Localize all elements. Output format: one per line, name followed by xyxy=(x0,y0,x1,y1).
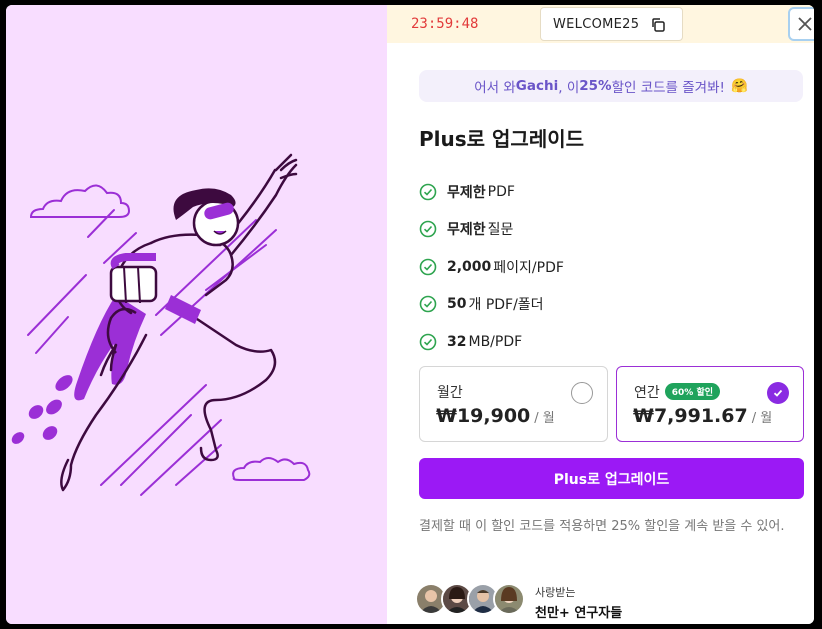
discount-badge: 60% 할인 xyxy=(664,383,721,400)
radio-button[interactable] xyxy=(571,382,593,404)
upgrade-button[interactable]: Plus로 업그레이드 xyxy=(419,458,804,499)
coupon-code-box[interactable]: WELCOME25 xyxy=(540,7,683,41)
feature-bold: 2,000 xyxy=(447,258,492,275)
feature-item: 50 개 PDF/폴더 xyxy=(419,286,564,324)
price-unit: / 월 xyxy=(751,411,773,426)
social-proof-top: 사랑받는 xyxy=(535,586,576,599)
feature-text: MB/PDF xyxy=(468,333,523,350)
avatar-group xyxy=(415,583,525,615)
feature-bold: 32 xyxy=(447,333,467,350)
plan-name-row: 연간 60% 할인 xyxy=(634,382,721,402)
check-circle-icon xyxy=(419,220,437,238)
plan-price: ₩19,900/ 월 xyxy=(436,405,555,427)
greeting-banner: 어서 와 Gachi, 이 25% 할인 코드를 즐겨봐! 🤗 xyxy=(419,70,803,102)
promo-bar: 23:59:48 WELCOME25 xyxy=(387,5,814,43)
avatar xyxy=(493,583,525,615)
plan-price: ₩7,991.67/ 월 xyxy=(633,405,772,427)
greeting-prefix: 어서 와 xyxy=(474,80,516,96)
feature-bold: 무제한 xyxy=(447,222,486,239)
greeting-suffix: 할인 코드를 즐겨봐! xyxy=(611,80,725,96)
feature-item: 무제한 PDF xyxy=(419,173,564,211)
radio-button-selected[interactable] xyxy=(767,382,789,404)
discount-note: 결제할 때 이 할인 코드를 적용하면 25% 할인을 계속 받을 수 있어. xyxy=(419,519,785,534)
check-circle-icon xyxy=(419,295,437,313)
feature-list: 무제한 PDF 무제한 질문 2,000 페이지/PDF 50 개 PDF/폴더 3… xyxy=(419,173,564,361)
feature-bold: 50 xyxy=(447,296,467,313)
plan-name: 월간 xyxy=(437,385,463,401)
rocket-person-illustration xyxy=(11,153,311,496)
feature-text: 개 PDF/폴더 xyxy=(468,297,544,314)
close-button[interactable] xyxy=(788,7,814,41)
plan-monthly[interactable]: 월간 ₩19,900/ 월 xyxy=(419,366,608,442)
pricing-panel: 23:59:48 WELCOME25 어서 와 Gachi, 이 25% 할인 … xyxy=(387,5,814,624)
countdown-timer: 23:59:48 xyxy=(411,16,479,32)
discount-percent: 25% xyxy=(579,78,612,94)
feature-bold: 무제한 xyxy=(447,184,486,201)
copy-icon[interactable] xyxy=(650,17,666,37)
feature-item: 32 MB/PDF xyxy=(419,323,564,361)
feature-text: 질문 xyxy=(487,222,514,239)
feature-text: 페이지/PDF xyxy=(493,259,564,276)
plan-yearly[interactable]: 연간 60% 할인 ₩7,991.67/ 월 xyxy=(616,366,804,442)
feature-item: 2,000 페이지/PDF xyxy=(419,248,564,286)
social-proof: 사랑받는 천만+ 연구자들 xyxy=(535,584,622,621)
radio-check-icon xyxy=(773,389,783,397)
price-value: ₩7,991.67 xyxy=(633,405,748,427)
check-circle-icon xyxy=(419,183,437,201)
check-circle-icon xyxy=(419,333,437,351)
illustration-panel xyxy=(6,5,387,624)
greeting-middle: , 이 xyxy=(558,80,580,96)
plan-name: 연간 xyxy=(634,385,660,401)
hugging-face-icon: 🤗 xyxy=(730,78,748,94)
price-value: ₩19,900 xyxy=(436,405,531,427)
user-name: Gachi xyxy=(515,78,559,94)
check-circle-icon xyxy=(419,258,437,276)
social-proof-bottom: 천만+ 연구자들 xyxy=(535,606,623,621)
close-icon xyxy=(798,17,812,31)
page-title: Plus로 업그레이드 xyxy=(419,127,585,151)
upgrade-modal: 23:59:48 WELCOME25 어서 와 Gachi, 이 25% 할인 … xyxy=(6,5,814,624)
price-unit: / 월 xyxy=(534,411,555,426)
feature-text: PDF xyxy=(487,183,515,200)
coupon-code: WELCOME25 xyxy=(553,16,640,32)
feature-item: 무제한 질문 xyxy=(419,211,564,249)
